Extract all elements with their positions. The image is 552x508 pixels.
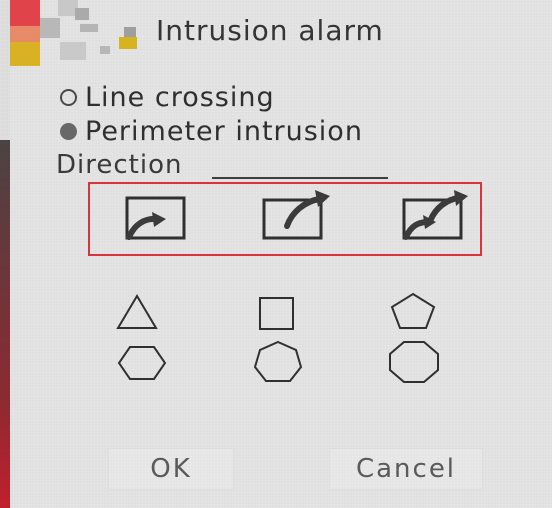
octagon-shape-button[interactable] <box>385 338 443 390</box>
background-window-edge <box>0 140 10 508</box>
bidirectional-area-arrow-icon <box>402 190 468 240</box>
perimeter-intrusion-radio[interactable] <box>60 123 77 140</box>
direction-both-button[interactable] <box>386 184 476 254</box>
square-shape-button[interactable] <box>256 296 296 336</box>
enter-area-arrow-icon <box>125 196 186 240</box>
hexagon-shape-button[interactable] <box>115 342 169 388</box>
screen: Intrusion alarm Line crossing Perimeter … <box>0 0 552 508</box>
exit-area-arrow-icon <box>262 190 330 240</box>
pentagon-shape-button[interactable] <box>388 290 438 336</box>
square-icon <box>259 297 294 330</box>
direction-enter-button[interactable] <box>109 184 199 254</box>
heptagon-icon <box>253 340 303 382</box>
line-crossing-label: Line crossing <box>85 82 275 113</box>
ok-button[interactable]: OK <box>108 448 234 490</box>
intrusion-alarm-dialog: Intrusion alarm Line crossing Perimeter … <box>10 0 552 508</box>
direction-exit-button[interactable] <box>252 184 342 254</box>
triangle-shape-button[interactable] <box>114 292 160 338</box>
perimeter-intrusion-label: Perimeter intrusion <box>85 116 363 147</box>
cancel-button[interactable]: Cancel <box>329 448 483 490</box>
perimeter-intrusion-option[interactable]: Perimeter intrusion <box>60 116 363 147</box>
line-crossing-option[interactable]: Line crossing <box>60 82 275 113</box>
direction-divider <box>212 177 388 179</box>
direction-selection-group <box>88 182 482 256</box>
triangle-icon <box>116 294 158 329</box>
direction-label: Direction <box>56 150 183 180</box>
app-logo-icon <box>10 0 150 70</box>
line-crossing-radio[interactable] <box>60 89 77 106</box>
octagon-icon <box>389 341 439 383</box>
heptagon-shape-button[interactable] <box>250 338 306 390</box>
pentagon-icon <box>390 292 436 329</box>
hexagon-icon <box>117 346 167 380</box>
dialog-title: Intrusion alarm <box>156 14 384 47</box>
